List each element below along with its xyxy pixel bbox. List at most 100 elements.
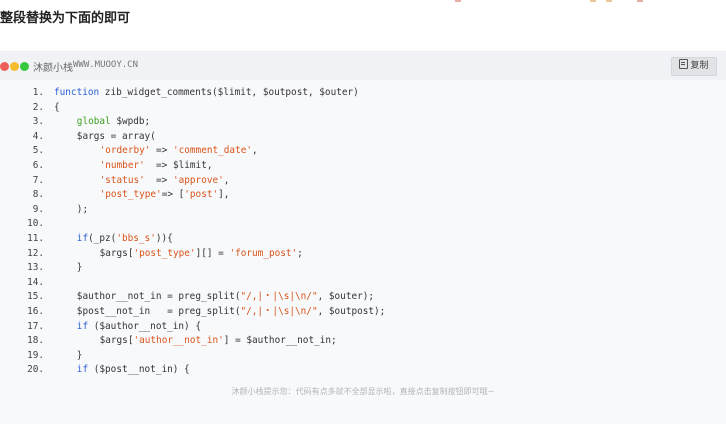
yellow-dot-icon (10, 62, 19, 71)
line-number: 15. (27, 291, 44, 303)
cropped-text-fragment (637, 0, 643, 2)
code-token: 'orderby' (99, 145, 151, 157)
code-token: global (76, 116, 111, 128)
code-token: => [ (161, 189, 185, 201)
code-token: )){ (155, 233, 173, 244)
line-number: 4. (32, 130, 44, 142)
code-token: ], (218, 189, 230, 201)
code-token: ($author__not_in) { (88, 320, 201, 332)
line-number: 13. (27, 262, 44, 274)
code-token: ] = $author__not_in; (223, 335, 337, 347)
code-token: => $limit, (144, 160, 213, 171)
line-number: 3. (32, 116, 44, 128)
code-text: $args = array( (54, 130, 156, 144)
code-token: 'author__not_in' (133, 335, 224, 347)
copy-button[interactable]: 复制 (671, 57, 717, 76)
code-text: function zib_widget_comments($limit, $ou… (54, 86, 359, 100)
code-token: $args[ (99, 247, 134, 259)
line-number: 2. (32, 101, 44, 113)
code-token: } (76, 349, 83, 361)
code-token: 'comment_date' (172, 145, 253, 157)
red-dot-icon (0, 62, 9, 71)
line-number: 19. (27, 349, 44, 361)
code-text: if ($post__not_in) { (54, 363, 190, 377)
code-token: "/,|・|\s|\n/" (240, 306, 318, 317)
cropped-text-fragment (606, 0, 612, 2)
code-token: , $outer); (317, 291, 375, 303)
code-block-toolbar: 沐颜小栈 WWW.MUOOY.CN 复制 (0, 52, 726, 80)
code-token: $args[ (99, 335, 134, 347)
code-token: $args = array( (76, 130, 156, 142)
code-token: zib_widget_comments($limit, $outpost, $o… (99, 87, 359, 98)
copy-icon (679, 59, 689, 69)
code-token: , (223, 174, 230, 186)
code-text: if ($author__not_in) { (54, 320, 201, 334)
code-token: $author__not_in = preg_split( (76, 291, 241, 303)
line-number: 8. (32, 189, 44, 201)
green-dot-icon (20, 62, 29, 71)
cropped-previous-line (0, 0, 726, 6)
code-text: { (54, 101, 60, 115)
code-token: , (252, 145, 258, 157)
code-token: 'post' (184, 189, 219, 201)
code-token: ); (76, 203, 89, 215)
code-text: 'post_type'=> ['post'], (54, 188, 230, 202)
cropped-text-fragment (455, 0, 461, 2)
code-token: ][] = (195, 247, 230, 259)
code-token: if (76, 320, 89, 332)
code-token: function (54, 87, 100, 98)
code-token: 'number' (99, 160, 145, 171)
line-number: 7. (32, 174, 44, 186)
line-number: 9. (32, 203, 44, 215)
code-token: 'bbs_s' (116, 233, 156, 244)
code-token: 'post_type' (133, 247, 196, 259)
line-number: 1. (32, 87, 44, 98)
code-token: $wpdb; (110, 116, 151, 128)
line-number: 10. (27, 218, 44, 230)
code-token: (_pz( (88, 233, 117, 244)
code-text: 'number' => $limit, (54, 159, 213, 173)
line-number: 6. (32, 160, 44, 171)
code-token: if (76, 233, 89, 244)
code-token: "/,|・|\s|\n/" (240, 291, 318, 303)
line-number: 20. (27, 364, 44, 376)
code-token: => (150, 145, 173, 157)
code-token: ; (297, 247, 303, 259)
code-token: $post__not_in = preg_split( (76, 306, 241, 317)
code-token: 'forum_post' (229, 247, 298, 259)
code-text: $args['author__not_in'] = $author__not_i… (54, 334, 337, 348)
instruction-text: 整段替换为下面的即可 (0, 11, 131, 26)
code-token: ($post__not_in) { (88, 364, 190, 376)
line-number: 12. (27, 247, 44, 259)
code-token: 'approve' (172, 174, 224, 186)
code-text: 'orderby' => 'comment_date', (54, 144, 258, 158)
cropped-text-fragment (590, 0, 596, 2)
code-token: , $outpost); (317, 306, 386, 317)
code-text: $author__not_in = preg_split("/,|・|\s|\n… (54, 290, 374, 304)
code-block: 沐颜小栈 WWW.MUOOY.CN 复制 1. function zib_widg… (0, 51, 726, 424)
code-text: global $wpdb; (54, 115, 150, 129)
line-number: 18. (27, 335, 44, 347)
code-token: 'post_type' (99, 189, 162, 201)
code-token: { (54, 101, 60, 113)
code-token: } (76, 262, 83, 274)
code-text: if(_pz('bbs_s')){ (54, 232, 173, 246)
code-text: } (54, 261, 83, 275)
code-text: } (54, 349, 83, 363)
code-hint-text: 沐颜小栈提示您：代码有点多就不全部显示啦，直接点击复制按钮即可哦~ (231, 387, 495, 396)
copy-button-label: 复制 (690, 61, 709, 71)
site-name: 沐颜小栈 (33, 63, 73, 74)
code-text: ); (54, 203, 88, 217)
code-text: $post__not_in = preg_split("/,|・|\s|\n/"… (54, 305, 386, 319)
code-text: 'status' => 'approve', (54, 174, 230, 188)
code-token: => (144, 174, 173, 186)
code-token: 'status' (99, 174, 145, 186)
line-number: 16. (27, 306, 44, 317)
site-url: WWW.MUOOY.CN (73, 60, 139, 70)
line-number: 17. (27, 320, 44, 332)
line-number: 14. (27, 276, 44, 288)
code-token: if (76, 364, 89, 376)
line-number: 5. (32, 145, 44, 157)
line-number: 11. (27, 233, 44, 244)
code-text: $args['post_type'][] = 'forum_post'; (54, 247, 303, 261)
